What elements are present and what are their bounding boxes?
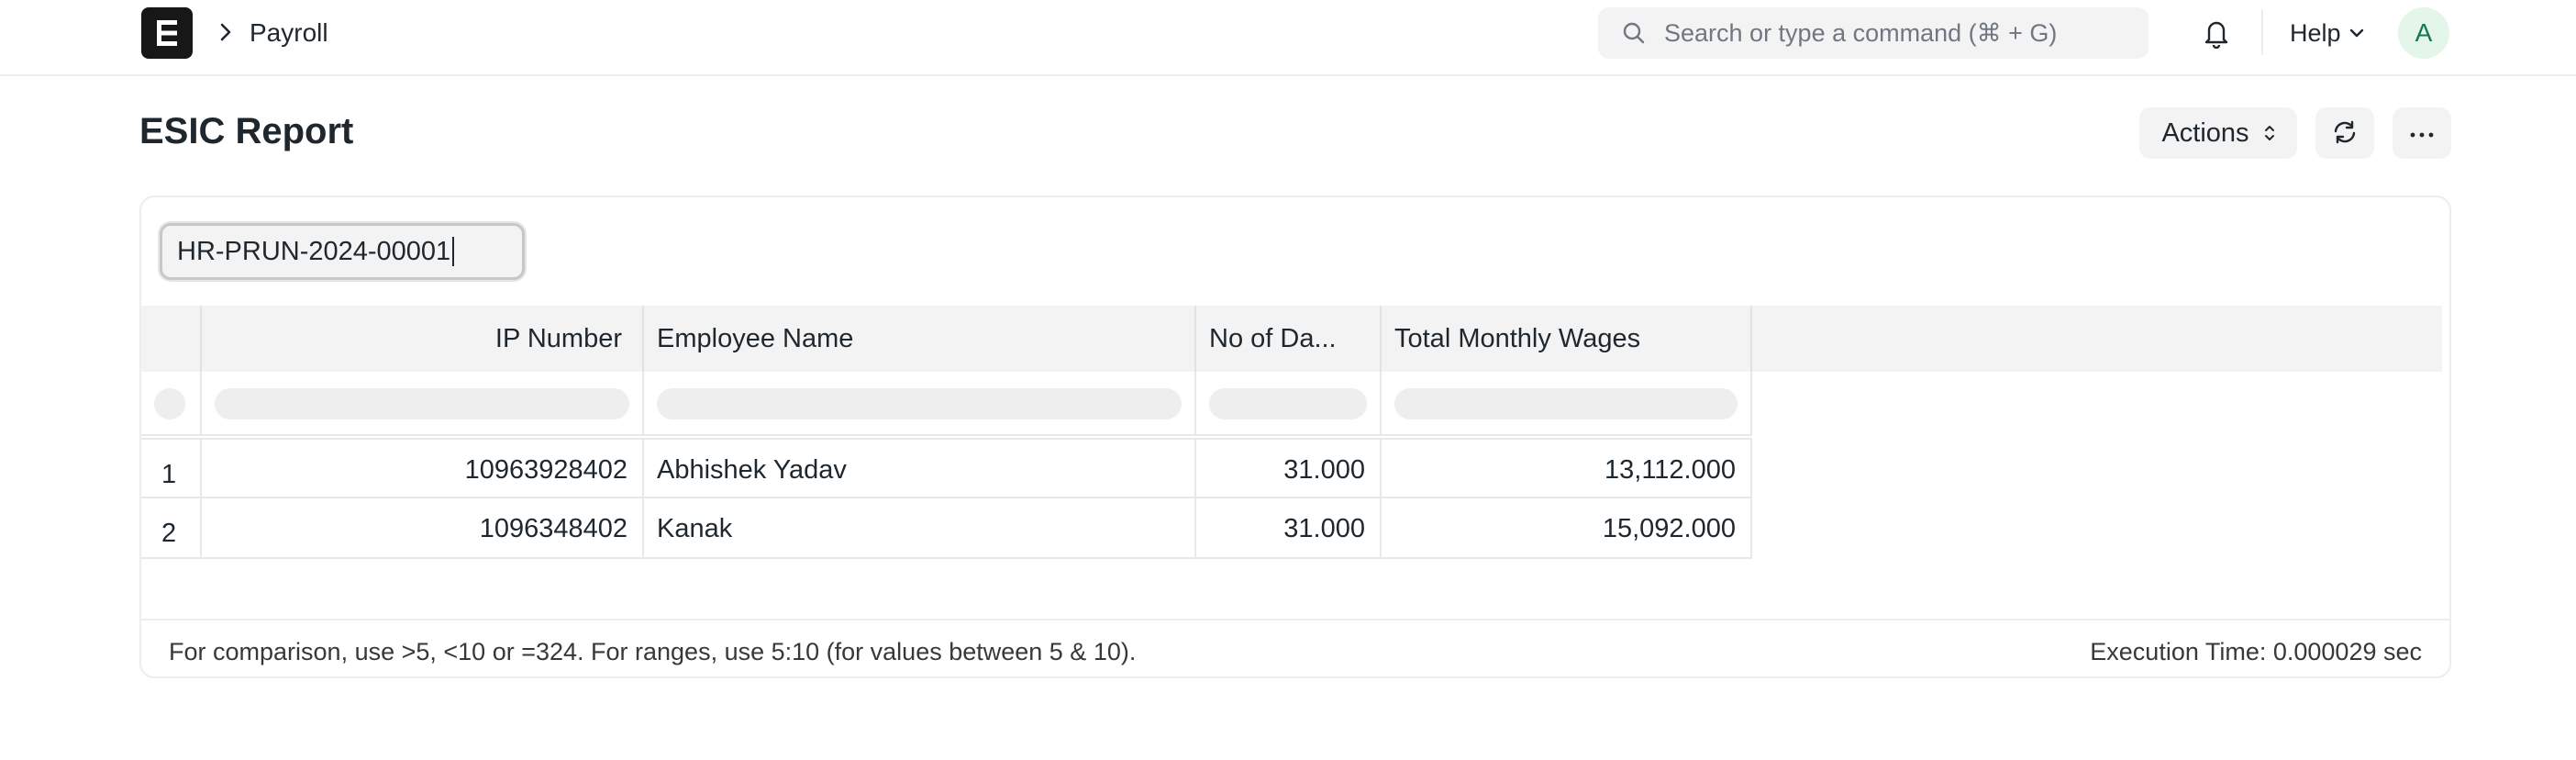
sort-updown-icon xyxy=(2264,124,2275,142)
refresh-icon xyxy=(2331,119,2359,148)
notification-bell-icon[interactable] xyxy=(2200,15,2233,51)
filter-placeholder xyxy=(1209,388,1367,419)
filter-cell-no-of-days[interactable] xyxy=(1196,372,1382,436)
filter-placeholder xyxy=(154,388,185,419)
report-card: HR-PRUN-2024-00001 IP Number Employee Na… xyxy=(139,196,2451,678)
search-input[interactable] xyxy=(1664,18,2141,48)
user-avatar[interactable]: A xyxy=(2398,7,2449,59)
app-logo[interactable] xyxy=(141,7,193,59)
filter-cell-index xyxy=(141,372,202,436)
search-icon xyxy=(1620,19,1648,47)
filter-placeholder xyxy=(215,388,629,419)
breadcrumb-payroll[interactable]: Payroll xyxy=(250,17,328,50)
actions-button[interactable]: Actions xyxy=(2139,107,2297,159)
execution-time: Execution Time: 0.000029 sec xyxy=(2090,638,2422,665)
row-index: 2 xyxy=(141,498,202,559)
text-caret xyxy=(452,237,455,266)
table-row[interactable]: 1 10963928402 Abhishek Yadav 31.000 13,1… xyxy=(141,438,1752,500)
chevron-right-icon xyxy=(215,20,237,44)
cell-employee-name[interactable]: Abhishek Yadav xyxy=(644,440,1196,500)
payroll-entry-filter-value: HR-PRUN-2024-00001 xyxy=(177,236,451,266)
filter-cell-employee-name[interactable] xyxy=(644,372,1196,436)
row-index: 1 xyxy=(141,440,202,500)
cell-employee-name[interactable]: Kanak xyxy=(644,498,1196,559)
search-bar[interactable] xyxy=(1598,7,2149,59)
filter-placeholder xyxy=(1394,388,1738,419)
filter-placeholder xyxy=(657,388,1182,419)
filter-help-text: For comparison, use >5, <10 or =324. For… xyxy=(169,638,1137,665)
help-dropdown[interactable]: Help xyxy=(2290,17,2367,50)
column-header-no-of-days[interactable]: No of Da... xyxy=(1196,306,1382,372)
cell-ip-number[interactable]: 1096348402 xyxy=(202,498,644,559)
cell-no-of-days[interactable]: 31.000 xyxy=(1196,440,1382,500)
cell-no-of-days[interactable]: 31.000 xyxy=(1196,498,1382,559)
ellipsis-icon xyxy=(2410,127,2434,140)
table-row[interactable]: 2 1096348402 Kanak 31.000 15,092.000 xyxy=(141,498,1752,559)
row-index-header xyxy=(141,306,202,372)
cell-ip-number[interactable]: 10963928402 xyxy=(202,440,644,500)
top-navbar: Payroll Help A xyxy=(0,0,2576,76)
cell-total-monthly-wages[interactable]: 13,112.000 xyxy=(1382,440,1752,500)
refresh-button[interactable] xyxy=(2315,107,2374,159)
column-header-employee-name[interactable]: Employee Name xyxy=(644,306,1196,372)
actions-label: Actions xyxy=(2161,117,2249,148)
footer-divider xyxy=(141,619,2449,620)
filter-cell-ip-number[interactable] xyxy=(202,372,644,436)
cell-total-monthly-wages[interactable]: 15,092.000 xyxy=(1382,498,1752,559)
more-options-button[interactable] xyxy=(2393,107,2451,159)
logo-icon xyxy=(157,20,177,46)
help-label: Help xyxy=(2290,18,2341,47)
column-header-total-monthly-wages[interactable]: Total Monthly Wages xyxy=(1382,306,1752,372)
column-header-ip-number[interactable]: IP Number xyxy=(202,306,644,372)
chevron-down-icon xyxy=(2348,24,2367,42)
nav-divider xyxy=(2261,9,2263,55)
filter-cell-total-monthly-wages[interactable] xyxy=(1382,372,1752,436)
filter-row xyxy=(141,372,1752,436)
payroll-entry-filter[interactable]: HR-PRUN-2024-00001 xyxy=(160,223,525,280)
page-title: ESIC Report xyxy=(139,111,354,151)
